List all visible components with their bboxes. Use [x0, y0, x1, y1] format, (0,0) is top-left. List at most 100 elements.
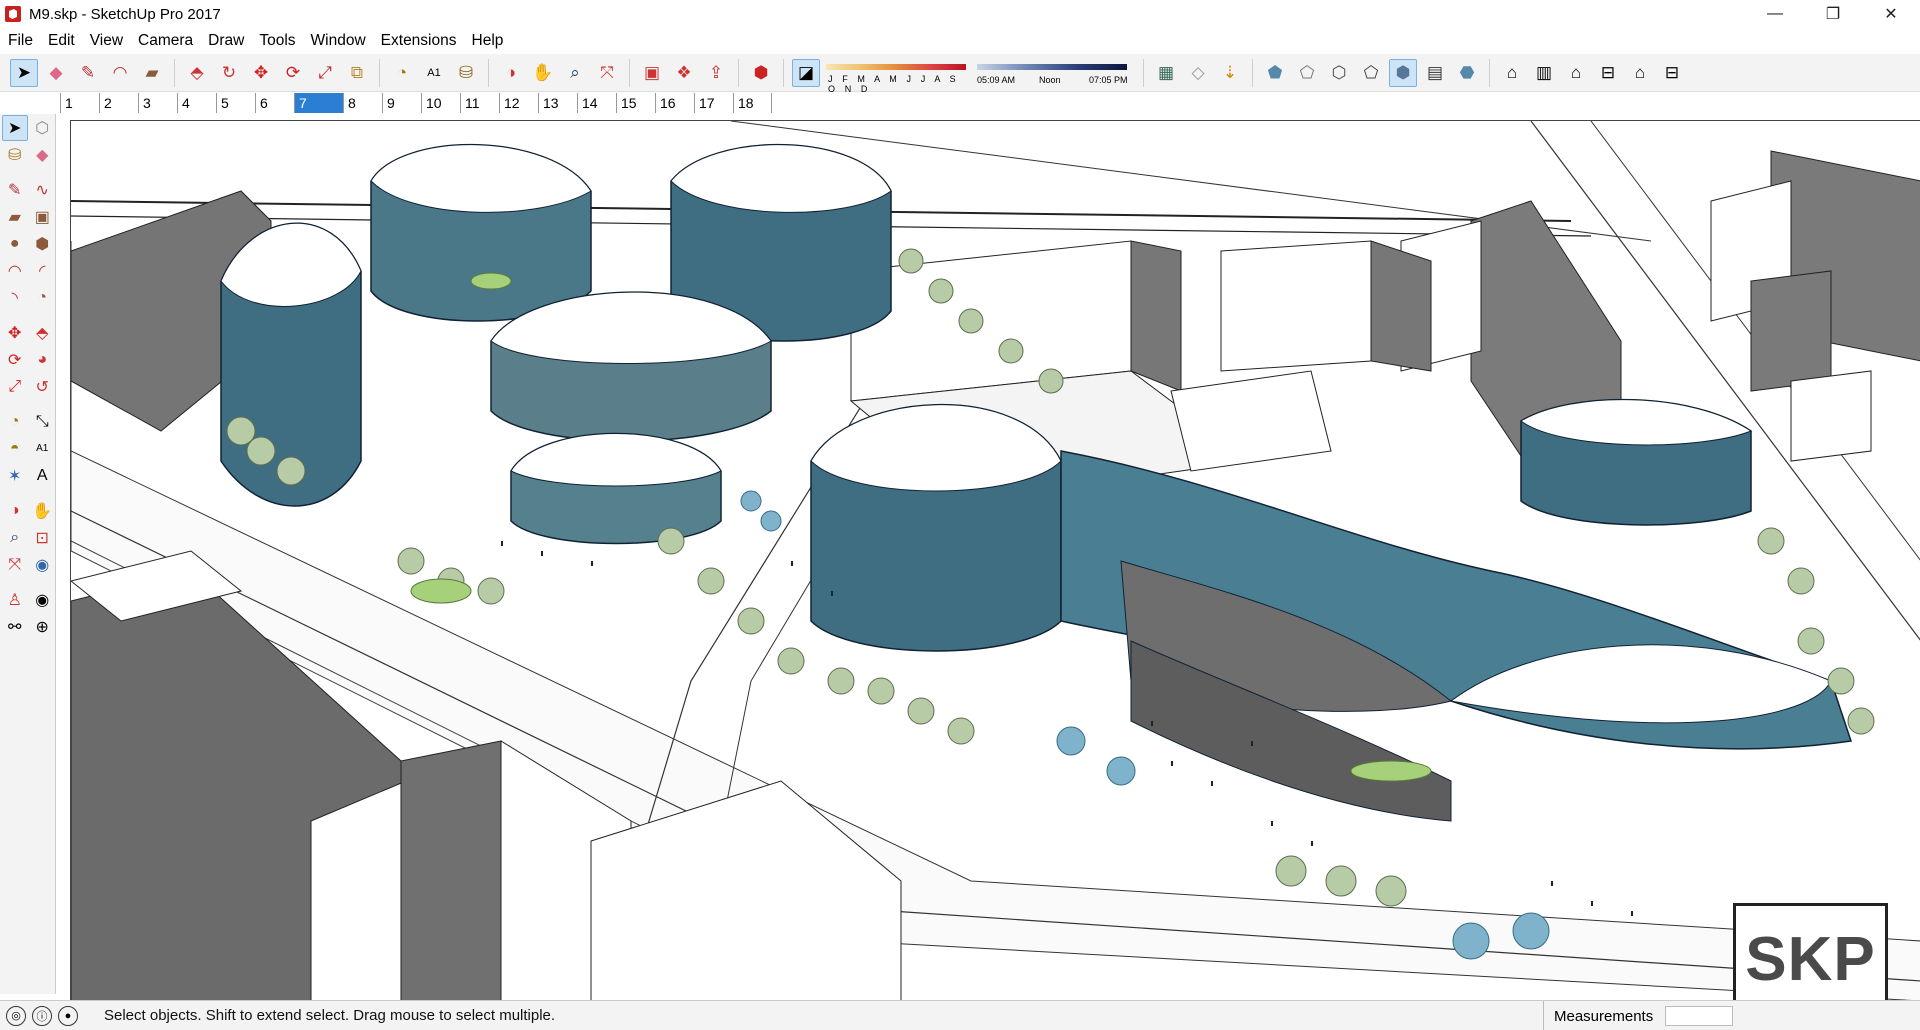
time-slider-track[interactable]: [977, 63, 1127, 70]
top-view-icon[interactable]: ▥: [1530, 59, 1558, 87]
zoom-icon[interactable]: ⌕: [561, 59, 589, 87]
orbit-icon[interactable]: ◑: [497, 59, 525, 87]
menu-view[interactable]: View: [82, 32, 130, 50]
3d-text-icon[interactable]: A: [30, 463, 56, 489]
maximize-button[interactable]: ❐: [1804, 0, 1862, 28]
freehand-tool-icon[interactable]: ∿: [30, 177, 56, 203]
offset-tool-icon[interactable]: ⧉: [343, 59, 371, 87]
menu-window[interactable]: Window: [303, 32, 373, 50]
dimension-tool-icon[interactable]: ⤡: [30, 409, 56, 435]
menu-tools[interactable]: Tools: [251, 32, 302, 50]
model-info-icon[interactable]: ▦: [1152, 59, 1180, 87]
time-slider[interactable]: 05:09 AM Noon 07:05 PM: [977, 58, 1137, 88]
credits-icon[interactable]: ⓘ: [32, 1005, 52, 1026]
pan-icon[interactable]: ✋: [529, 59, 557, 87]
move-tool-icon[interactable]: ✥: [247, 59, 275, 87]
3d-scene[interactable]: [71, 121, 1920, 1000]
zoom-extents-icon[interactable]: ⤧: [2, 552, 28, 578]
rectangle-tool-icon[interactable]: ▰: [2, 204, 28, 230]
shaded-textures-icon[interactable]: ▤: [1421, 59, 1449, 87]
scene-tab[interactable]: 8: [343, 93, 382, 113]
rotated-rectangle-icon[interactable]: ▣: [30, 204, 56, 230]
minimize-button[interactable]: —: [1746, 0, 1804, 28]
scene-tab[interactable]: 16: [655, 93, 694, 113]
xray-icon[interactable]: ⬟: [1261, 59, 1289, 87]
push-pull-icon[interactable]: ⬘: [183, 59, 211, 87]
zoom-extents-icon[interactable]: ⤧: [593, 59, 621, 87]
follow-me-icon[interactable]: ◕: [30, 347, 56, 373]
offset-tool-icon[interactable]: ↺: [30, 374, 56, 400]
menu-camera[interactable]: Camera: [130, 32, 200, 50]
components-icon[interactable]: ❖: [670, 59, 698, 87]
text-tool-icon[interactable]: A1: [420, 59, 448, 87]
date-slider-track[interactable]: [826, 63, 966, 70]
section-plane-icon[interactable]: ⊕: [30, 614, 56, 640]
menu-edit[interactable]: Edit: [40, 32, 82, 50]
tape-measure-icon[interactable]: ◔: [388, 59, 416, 87]
section-fill-icon[interactable]: ⇣: [1216, 59, 1244, 87]
scene-tab-active[interactable]: 7: [294, 93, 343, 113]
scale-tool-icon[interactable]: ⤢: [2, 374, 28, 400]
shaded-icon[interactable]: ⬢: [1389, 58, 1417, 87]
line-tool-icon[interactable]: ✎: [74, 59, 102, 87]
paint-bucket-icon[interactable]: ⛁: [2, 142, 28, 168]
eraser-icon[interactable]: ◆: [42, 59, 70, 87]
scene-tab[interactable]: 14: [577, 93, 616, 113]
zoom-icon[interactable]: ⌕: [2, 525, 28, 551]
date-slider[interactable]: J F M A M J J A S O N D: [826, 58, 971, 94]
axes-tool-icon[interactable]: ✶: [2, 463, 28, 489]
wireframe-icon[interactable]: ⬡: [1325, 59, 1353, 87]
select-tool-icon[interactable]: ➤: [10, 58, 38, 87]
measurements-input[interactable]: [1665, 1006, 1733, 1026]
arc-tool-icon[interactable]: ◠: [106, 59, 134, 87]
two-point-arc-icon[interactable]: ◜: [30, 258, 56, 284]
zoom-window-icon[interactable]: ⊡: [30, 525, 56, 551]
extension-warehouse-icon[interactable]: ⬢: [747, 59, 775, 87]
text-tool-icon[interactable]: A1: [30, 436, 56, 462]
tape-measure-icon[interactable]: ◔: [2, 409, 28, 435]
shadows-toggle-icon[interactable]: ◪: [792, 58, 820, 87]
scene-tab[interactable]: 2: [99, 93, 138, 113]
menu-help[interactable]: Help: [464, 32, 511, 50]
rotate-tool-icon[interactable]: ⟳: [2, 347, 28, 373]
circle-tool-icon[interactable]: ●: [2, 231, 28, 257]
arc-tool-icon[interactable]: ◠: [2, 258, 28, 284]
scene-tab[interactable]: 9: [382, 93, 421, 113]
pan-icon[interactable]: ✋: [30, 498, 56, 524]
move-tool-icon[interactable]: ✥: [2, 320, 28, 346]
select-tool-icon[interactable]: ➤: [2, 114, 28, 141]
look-around-icon[interactable]: ◉: [30, 587, 56, 613]
monochrome-icon[interactable]: ⬣: [1453, 59, 1481, 87]
scene-tab[interactable]: 13: [538, 93, 577, 113]
warehouse-icon[interactable]: ▣: [638, 59, 666, 87]
follow-me-icon[interactable]: ↻: [215, 59, 243, 87]
hidden-line-icon[interactable]: ⬠: [1357, 59, 1385, 87]
back-view-icon[interactable]: ⌂: [1626, 59, 1654, 87]
three-point-arc-icon[interactable]: ◝: [2, 285, 28, 311]
right-view-icon[interactable]: ⊟: [1594, 59, 1622, 87]
section-plane-icon[interactable]: ◇: [1184, 59, 1212, 87]
scene-tab[interactable]: 12: [499, 93, 538, 113]
make-component-icon[interactable]: ⬡: [30, 115, 55, 141]
position-camera-icon[interactable]: ♙: [2, 587, 28, 613]
push-pull-icon[interactable]: ⬘: [30, 320, 56, 346]
left-view-icon[interactable]: ⊟: [1658, 59, 1686, 87]
menu-extensions[interactable]: Extensions: [373, 32, 464, 50]
close-button[interactable]: ✕: [1862, 0, 1920, 28]
scene-tab[interactable]: 1: [60, 93, 99, 113]
protractor-icon[interactable]: ◓: [2, 436, 28, 462]
scene-tab[interactable]: 4: [177, 93, 216, 113]
polygon-tool-icon[interactable]: ⬢: [30, 231, 56, 257]
scene-tab[interactable]: 15: [616, 93, 655, 113]
scale-tool-icon[interactable]: ⤢: [311, 59, 339, 87]
scene-tab[interactable]: 17: [694, 93, 733, 113]
share-model-icon[interactable]: ⇪: [702, 59, 730, 87]
orbit-icon[interactable]: ◑: [2, 498, 28, 524]
eraser-icon[interactable]: ◆: [30, 142, 56, 168]
back-edges-icon[interactable]: ⬠: [1293, 59, 1321, 87]
menu-file[interactable]: File: [0, 32, 40, 50]
scene-tab[interactable]: 3: [138, 93, 177, 113]
menu-draw[interactable]: Draw: [200, 32, 251, 50]
pie-tool-icon[interactable]: ◔: [30, 285, 56, 311]
walk-icon[interactable]: ⚯: [2, 614, 28, 640]
